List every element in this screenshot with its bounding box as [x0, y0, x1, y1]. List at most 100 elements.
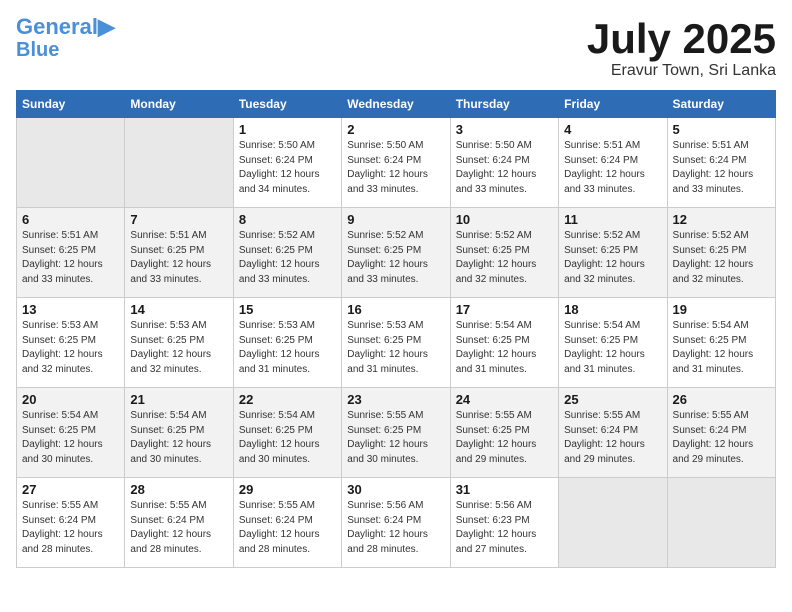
day-cell: 22Sunrise: 5:54 AMSunset: 6:25 PMDayligh… — [233, 388, 341, 478]
day-number: 16 — [347, 302, 444, 317]
logo-blue-text: Blue — [16, 39, 59, 61]
day-info: Sunrise: 5:53 AMSunset: 6:25 PMDaylight:… — [347, 319, 444, 377]
day-cell: 6Sunrise: 5:51 AMSunset: 6:25 PMDaylight… — [17, 208, 125, 298]
day-cell — [125, 118, 233, 208]
day-number: 13 — [22, 302, 119, 317]
day-info: Sunrise: 5:51 AMSunset: 6:24 PMDaylight:… — [673, 139, 770, 197]
day-cell: 23 Sunrise: 5:55 AMSunset: 6:25 PMDayligh… — [342, 388, 450, 478]
day-number: 24 — [456, 392, 553, 407]
month-title: July 2025 — [587, 16, 776, 62]
day-cell — [667, 478, 775, 568]
day-cell — [17, 118, 125, 208]
day-number: 6 — [22, 212, 119, 227]
week-row-5: 27 Sunrise: 5:55 AMSunset: 6:24 PMDayligh… — [17, 478, 776, 568]
day-info: Sunrise: 5:50 AMSunset: 6:24 PMDaylight:… — [347, 139, 444, 197]
day-number: 31 — [456, 482, 553, 497]
day-cell: 15 Sunrise: 5:53 AMSunset: 6:25 PMDayligh… — [233, 298, 341, 388]
day-cell: 2 Sunrise: 5:50 AMSunset: 6:24 PMDaylight… — [342, 118, 450, 208]
day-number: 3 — [456, 122, 553, 137]
day-cell: 8 Sunrise: 5:52 AMSunset: 6:25 PMDaylight… — [233, 208, 341, 298]
day-info: Sunrise: 5:55 AMSunset: 6:24 PMDaylight:… — [564, 409, 661, 467]
day-info: Sunrise: 5:53 AMSunset: 6:25 PMDaylight:… — [239, 319, 336, 377]
day-cell: 30Sunrise: 5:56 AMSunset: 6:24 PMDayligh… — [342, 478, 450, 568]
day-cell: 9 Sunrise: 5:52 AMSunset: 6:25 PMDaylight… — [342, 208, 450, 298]
day-info: Sunrise: 5:55 AMSunset: 6:24 PMDaylight:… — [239, 499, 336, 557]
day-cell: 31 Sunrise: 5:56 AMSunset: 6:23 PMDayligh… — [450, 478, 558, 568]
header-wednesday: Wednesday — [342, 91, 450, 118]
day-number: 2 — [347, 122, 444, 137]
day-number: 20 — [22, 392, 119, 407]
day-info: Sunrise: 5:55 AMSunset: 6:25 PMDaylight:… — [347, 409, 444, 467]
day-info: Sunrise: 5:53 AMSunset: 6:25 PMDaylight:… — [22, 319, 119, 377]
day-number: 7 — [130, 212, 227, 227]
day-number: 11 — [564, 212, 661, 227]
day-info: Sunrise: 5:54 AMSunset: 6:25 PMDaylight:… — [564, 319, 661, 377]
day-number: 1 — [239, 122, 336, 137]
day-info: Sunrise: 5:52 AMSunset: 6:25 PMDaylight:… — [347, 229, 444, 287]
day-info: Sunrise: 5:56 AMSunset: 6:23 PMDaylight:… — [456, 499, 553, 557]
day-number: 25 — [564, 392, 661, 407]
day-cell: 5 Sunrise: 5:51 AMSunset: 6:24 PMDaylight… — [667, 118, 775, 208]
day-number: 15 — [239, 302, 336, 317]
day-cell: 17 Sunrise: 5:54 AMSunset: 6:25 PMDayligh… — [450, 298, 558, 388]
day-info: Sunrise: 5:54 AMSunset: 6:25 PMDaylight:… — [673, 319, 770, 377]
logo-general: General — [16, 14, 98, 39]
day-cell: 20 Sunrise: 5:54 AMSunset: 6:25 PMDayligh… — [17, 388, 125, 478]
logo-blue: ▶ — [98, 14, 115, 39]
day-cell: 11 Sunrise: 5:52 AMSunset: 6:25 PMDayligh… — [559, 208, 667, 298]
day-info: Sunrise: 5:55 AMSunset: 6:25 PMDaylight:… — [456, 409, 553, 467]
day-cell: 4Sunrise: 5:51 AMSunset: 6:24 PMDaylight… — [559, 118, 667, 208]
day-info: Sunrise: 5:50 AMSunset: 6:24 PMDaylight:… — [456, 139, 553, 197]
day-info: Sunrise: 5:52 AMSunset: 6:25 PMDaylight:… — [239, 229, 336, 287]
day-number: 19 — [673, 302, 770, 317]
day-cell: 28Sunrise: 5:55 AMSunset: 6:24 PMDayligh… — [125, 478, 233, 568]
day-cell: 10 Sunrise: 5:52 AMSunset: 6:25 PMDayligh… — [450, 208, 558, 298]
day-cell: 3 Sunrise: 5:50 AMSunset: 6:24 PMDaylight… — [450, 118, 558, 208]
day-info: Sunrise: 5:52 AMSunset: 6:25 PMDaylight:… — [673, 229, 770, 287]
logo: General▶ Blue — [16, 16, 115, 60]
day-cell: 13 Sunrise: 5:53 AMSunset: 6:25 PMDayligh… — [17, 298, 125, 388]
day-number: 28 — [130, 482, 227, 497]
logo-text: General▶ Blue — [16, 16, 115, 60]
day-number: 26 — [673, 392, 770, 407]
day-number: 12 — [673, 212, 770, 227]
day-info: Sunrise: 5:54 AMSunset: 6:25 PMDaylight:… — [239, 409, 336, 467]
day-cell: 16 Sunrise: 5:53 AMSunset: 6:25 PMDayligh… — [342, 298, 450, 388]
title-block: July 2025 Eravur Town, Sri Lanka — [587, 16, 776, 80]
day-info: Sunrise: 5:51 AMSunset: 6:25 PMDaylight:… — [130, 229, 227, 287]
header-saturday: Saturday — [667, 91, 775, 118]
calendar-table: SundayMondayTuesdayWednesdayThursdayFrid… — [16, 90, 776, 568]
header-thursday: Thursday — [450, 91, 558, 118]
header-monday: Monday — [125, 91, 233, 118]
day-info: Sunrise: 5:52 AMSunset: 6:25 PMDaylight:… — [564, 229, 661, 287]
header-friday: Friday — [559, 91, 667, 118]
day-info: Sunrise: 5:54 AMSunset: 6:25 PMDaylight:… — [130, 409, 227, 467]
week-row-1: 1 Sunrise: 5:50 AMSunset: 6:24 PMDaylight… — [17, 118, 776, 208]
day-cell: 12 Sunrise: 5:52 AMSunset: 6:25 PMDayligh… — [667, 208, 775, 298]
day-number: 27 — [22, 482, 119, 497]
day-cell: 7 Sunrise: 5:51 AMSunset: 6:25 PMDaylight… — [125, 208, 233, 298]
location: Eravur Town, Sri Lanka — [587, 62, 776, 80]
day-number: 9 — [347, 212, 444, 227]
day-info: Sunrise: 5:54 AMSunset: 6:25 PMDaylight:… — [22, 409, 119, 467]
header-sunday: Sunday — [17, 91, 125, 118]
day-number: 10 — [456, 212, 553, 227]
day-number: 29 — [239, 482, 336, 497]
day-cell: 24 Sunrise: 5:55 AMSunset: 6:25 PMDayligh… — [450, 388, 558, 478]
day-info: Sunrise: 5:55 AMSunset: 6:24 PMDaylight:… — [673, 409, 770, 467]
day-number: 23 — [347, 392, 444, 407]
week-row-2: 6 Sunrise: 5:51 AMSunset: 6:25 PMDaylight… — [17, 208, 776, 298]
day-info: Sunrise: 5:50 AMSunset: 6:24 PMDaylight:… — [239, 139, 336, 197]
day-info: Sunrise: 5:51 AMSunset: 6:24 PMDaylight:… — [564, 139, 661, 197]
day-number: 8 — [239, 212, 336, 227]
day-number: 30 — [347, 482, 444, 497]
day-cell: 21Sunrise: 5:54 AMSunset: 6:25 PMDayligh… — [125, 388, 233, 478]
day-info: Sunrise: 5:52 AMSunset: 6:25 PMDaylight:… — [456, 229, 553, 287]
week-row-4: 20 Sunrise: 5:54 AMSunset: 6:25 PMDayligh… — [17, 388, 776, 478]
page-header: General▶ Blue July 2025 Eravur Town, Sri… — [16, 16, 776, 80]
day-number: 5 — [673, 122, 770, 137]
day-number: 17 — [456, 302, 553, 317]
day-cell: 1 Sunrise: 5:50 AMSunset: 6:24 PMDaylight… — [233, 118, 341, 208]
day-cell: 29 Sunrise: 5:55 AMSunset: 6:24 PMDayligh… — [233, 478, 341, 568]
day-info: Sunrise: 5:54 AMSunset: 6:25 PMDaylight:… — [456, 319, 553, 377]
